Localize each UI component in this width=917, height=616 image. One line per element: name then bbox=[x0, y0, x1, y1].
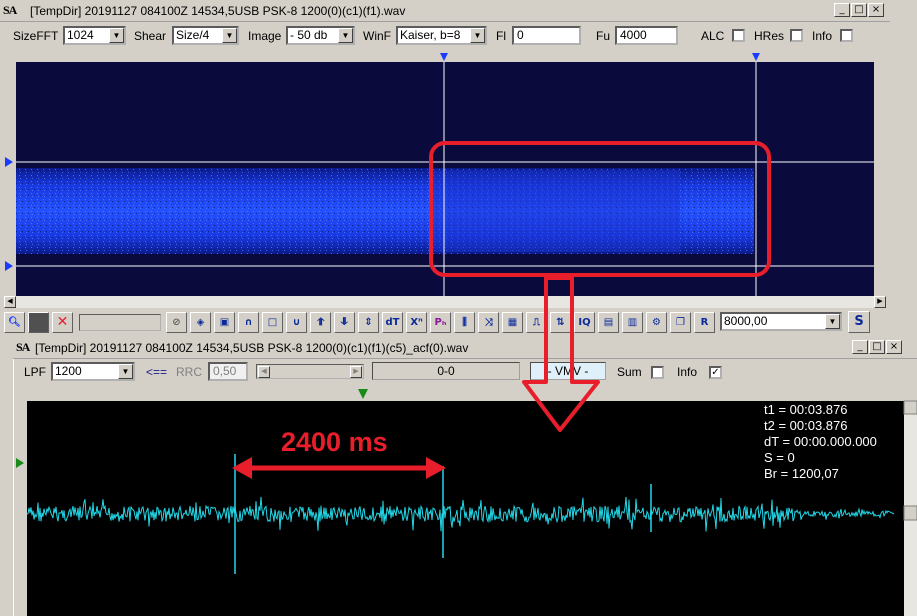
window-title: [TempDir] 20191127 084100Z 14534,5USB PS… bbox=[35, 341, 469, 355]
image-value: - 50 db bbox=[290, 28, 328, 42]
info-checkbox[interactable] bbox=[840, 29, 853, 42]
fl-label: Fl bbox=[496, 29, 506, 43]
arrows-both-icon[interactable]: ⇕ bbox=[358, 312, 379, 333]
scroll-left-button[interactable]: ◀ bbox=[4, 296, 16, 308]
shear-value: Size/4 bbox=[176, 28, 210, 42]
readout-t2: t2 = 00:03.876 bbox=[764, 418, 848, 433]
fu-label: Fu bbox=[596, 29, 611, 43]
close-button[interactable]: × bbox=[886, 340, 902, 354]
no-icon[interactable]: ⊘ bbox=[166, 312, 187, 333]
arrows-up-icon[interactable]: ⥣ bbox=[310, 312, 331, 333]
app-logo-icon: SA bbox=[3, 3, 17, 17]
winf-value: Kaiser, b=8 bbox=[400, 28, 461, 42]
maximize-button[interactable]: □ bbox=[851, 3, 867, 17]
rrc-slider[interactable]: ◀ ▶ bbox=[256, 364, 364, 379]
rect-icon[interactable]: □ bbox=[262, 312, 283, 333]
lpf-select[interactable]: 1200 ▼ bbox=[51, 362, 135, 381]
alc-label: ALC bbox=[701, 29, 725, 43]
s-button[interactable]: S bbox=[848, 311, 870, 333]
winf-select[interactable]: Kaiser, b=8 ▼ bbox=[396, 26, 487, 45]
image-select[interactable]: - 50 db ▼ bbox=[286, 26, 355, 45]
lpf-value: 1200 bbox=[55, 364, 82, 378]
rrc-label: RRC bbox=[176, 365, 202, 379]
lpf-label: LPF bbox=[24, 365, 47, 379]
close-button[interactable]: × bbox=[868, 3, 884, 17]
slider-right-icon[interactable]: ▶ bbox=[350, 366, 362, 378]
readout-s: S = 0 bbox=[764, 450, 795, 465]
app-logo-icon: SA bbox=[16, 340, 30, 354]
spectrogram-panel[interactable] bbox=[0, 48, 890, 312]
info2-checkbox[interactable]: ✓ bbox=[709, 366, 722, 379]
fu-input[interactable]: 4000 bbox=[615, 26, 678, 45]
cross-icon[interactable]: ✕ bbox=[52, 312, 73, 333]
gear-icon[interactable]: ⚙ bbox=[646, 312, 667, 333]
sizefft-value: 1024 bbox=[67, 28, 94, 42]
v-scroll-up-button bbox=[903, 400, 917, 415]
square-icon[interactable]: ▣ bbox=[214, 312, 235, 333]
sizefft-label: SizeFFT bbox=[13, 29, 59, 43]
minimize-button[interactable]: _ bbox=[852, 340, 868, 354]
maximize-button[interactable]: □ bbox=[869, 340, 885, 354]
chevron-down-icon: ▼ bbox=[109, 28, 124, 43]
window-title: [TempDir] 20191127 084100Z 14534,5USB PS… bbox=[30, 4, 406, 18]
slider-left-icon[interactable]: ◀ bbox=[258, 366, 270, 378]
image-label: Image bbox=[248, 29, 282, 43]
sum-checkbox[interactable] bbox=[651, 366, 664, 379]
spectrum2-icon[interactable]: ▥ bbox=[622, 312, 643, 333]
comb-icon[interactable]: ⫼ bbox=[454, 312, 475, 333]
chevron-down-icon: ▼ bbox=[825, 314, 840, 329]
copy-icon[interactable]: ❐ bbox=[670, 312, 691, 333]
ph-icon[interactable]: Pₕ bbox=[430, 312, 451, 333]
hres-label: HRes bbox=[754, 29, 785, 43]
zoom-icon[interactable]: 🔍︎ bbox=[4, 312, 25, 333]
annotation-label: 2400 ms bbox=[281, 427, 388, 457]
spectrogram-titlebar: SA [TempDir] 20191127 084100Z 14534,5USB… bbox=[0, 0, 890, 22]
frequency-value: 8000,00 bbox=[724, 314, 768, 328]
info2-label: Info bbox=[677, 365, 698, 379]
sum-label: Sum bbox=[617, 365, 642, 379]
sizefft-select[interactable]: 1024 ▼ bbox=[63, 26, 126, 45]
fl-input[interactable]: 0 bbox=[512, 26, 581, 45]
xn-icon[interactable]: Xⁿ bbox=[406, 312, 427, 333]
rrc-input: 0,50 bbox=[208, 362, 248, 381]
shear-label: Shear bbox=[134, 29, 167, 43]
chevron-down-icon: ▼ bbox=[118, 364, 133, 379]
connector-arrow bbox=[522, 276, 600, 432]
minimize-button[interactable]: _ bbox=[834, 3, 850, 17]
chevron-down-icon: ▼ bbox=[338, 28, 353, 43]
shear-select[interactable]: Size/4 ▼ bbox=[172, 26, 239, 45]
info-label: Info bbox=[812, 29, 833, 43]
back-button[interactable]: <== bbox=[146, 365, 167, 379]
arrows-down-icon[interactable]: ⥥ bbox=[334, 312, 355, 333]
save-icon[interactable] bbox=[28, 312, 49, 333]
hres-checkbox[interactable] bbox=[790, 29, 803, 42]
acf-titlebar: SA [TempDir] 20191127 084100Z 14534,5USB… bbox=[13, 337, 917, 359]
chevron-down-icon: ▼ bbox=[470, 28, 485, 43]
range-display: 0-0 bbox=[372, 362, 520, 380]
toolbar-blank-field bbox=[79, 314, 161, 331]
valley-icon[interactable]: ∪ bbox=[286, 312, 307, 333]
frequency-select[interactable]: 8000,00 ▼ bbox=[720, 312, 842, 331]
h-scrollbar bbox=[4, 296, 886, 308]
readout-t1: t1 = 00:03.876 bbox=[764, 402, 848, 417]
swap-icon[interactable]: ⤨ bbox=[478, 312, 499, 333]
dt-icon[interactable]: dT bbox=[382, 312, 403, 333]
alc-checkbox[interactable] bbox=[732, 29, 745, 42]
winf-label: WinF bbox=[363, 29, 391, 43]
r-icon[interactable]: R bbox=[694, 312, 715, 333]
chevron-down-icon: ▼ bbox=[222, 28, 237, 43]
speaker-icon[interactable]: ◈ bbox=[190, 312, 211, 333]
scroll-right-button[interactable]: ▶ bbox=[874, 296, 886, 308]
v-scroll-thumb bbox=[903, 505, 917, 521]
readout-br: Br = 1200,07 bbox=[764, 466, 839, 481]
arch-icon[interactable]: ∩ bbox=[238, 312, 259, 333]
readout-dt: dT = 00:00.000.000 bbox=[764, 434, 877, 449]
